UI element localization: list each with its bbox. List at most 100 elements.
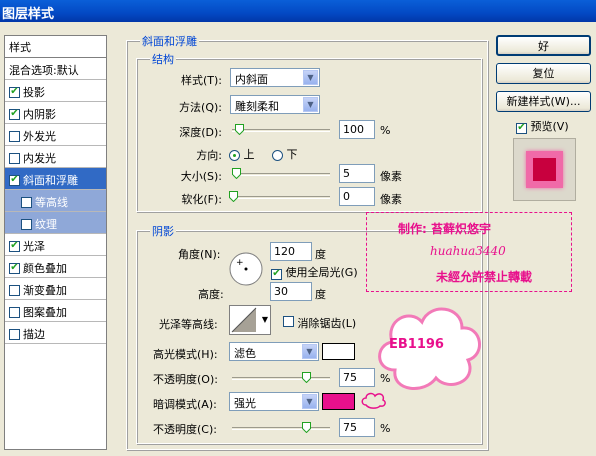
sidebar-item[interactable]: 图案叠加 — [5, 300, 106, 322]
depth-slider[interactable] — [232, 124, 330, 135]
sidebar-item-label: 斜面和浮雕 — [23, 174, 78, 187]
checkbox-icon[interactable] — [9, 152, 20, 164]
slider-thumb-icon[interactable] — [302, 372, 311, 383]
altitude-unit: 度 — [315, 288, 326, 301]
depth-input[interactable]: 100 — [339, 120, 375, 139]
angle-dial-icon[interactable]: + — [228, 251, 264, 287]
style-select[interactable]: 内斜面 ▼ — [230, 68, 320, 87]
shadow-opacity-input[interactable]: 75 — [339, 418, 375, 437]
slider-thumb-icon[interactable] — [229, 191, 238, 202]
window-title: 图层样式 — [0, 0, 596, 22]
shadow-mode-select[interactable]: 强光 ▼ — [229, 392, 319, 411]
global-light-checkbox[interactable]: ✔ 使用全局光(G) — [271, 264, 358, 280]
blend-options-item[interactable]: 混合选项:默认 — [5, 58, 106, 80]
check-icon[interactable]: ✔ — [9, 108, 20, 120]
new-style-button[interactable]: 新建样式(W)... — [496, 91, 591, 112]
checkbox-icon — [283, 316, 294, 327]
dir-down-label: 下 — [286, 148, 298, 161]
size-label: 大小(S): — [180, 170, 222, 183]
shadow-opacity-unit: % — [380, 422, 391, 435]
sidebar-item[interactable]: ✔ 颜色叠加 — [5, 256, 106, 278]
slider-thumb-icon[interactable] — [302, 422, 311, 433]
angle-unit: 度 — [315, 248, 326, 261]
sidebar-item[interactable]: ✔ 光泽 — [5, 234, 106, 256]
bevel-title: 斜面和浮雕 — [140, 33, 199, 49]
small-cloud-icon — [361, 392, 386, 409]
technique-select[interactable]: 雕刻柔和 ▼ — [230, 95, 320, 114]
slider-thumb-icon[interactable] — [232, 168, 241, 179]
sidebar-item[interactable]: 外发光 — [5, 124, 106, 146]
blend-options-label: 混合选项:默认 — [9, 64, 79, 77]
depth-label: 深度(D): — [179, 126, 222, 139]
sidebar-item[interactable]: 纹理 — [5, 212, 106, 234]
check-icon[interactable]: ✔ — [9, 262, 20, 274]
check-icon[interactable]: ✔ — [9, 174, 20, 186]
highlight-color-swatch[interactable] — [322, 343, 355, 360]
check-icon: ✔ — [516, 122, 527, 134]
direction-label: 方向: — [196, 149, 222, 162]
opacity-label: 不透明度(O): — [153, 373, 218, 386]
reset-button[interactable]: 复位 — [496, 63, 591, 84]
altitude-input[interactable]: 30 — [270, 282, 312, 301]
sidebar-item[interactable]: ✔ 斜面和浮雕 — [5, 168, 106, 190]
checkbox-icon[interactable] — [9, 328, 20, 340]
sidebar-item-label: 内阴影 — [23, 108, 56, 121]
sidebar-item[interactable]: 等高线 — [5, 190, 106, 212]
highlight-opacity-slider[interactable] — [232, 372, 330, 383]
soften-label: 软化(F): — [181, 193, 222, 206]
sidebar-item-label: 投影 — [23, 86, 45, 99]
preview-shape — [526, 151, 563, 188]
slider-thumb-icon[interactable] — [235, 124, 244, 135]
sidebar-item-label: 描边 — [23, 328, 45, 341]
shadow-color-swatch[interactable] — [322, 393, 355, 410]
styles-header: 样式 — [5, 36, 106, 58]
watermark-notice: 未經允許禁止轉載 — [436, 270, 533, 284]
gloss-contour-label: 光泽等高线: — [159, 318, 218, 331]
sidebar-item-label: 光泽 — [23, 240, 45, 253]
checkbox-icon[interactable] — [9, 284, 20, 296]
antialias-checkbox[interactable]: 消除锯齿(L) — [283, 315, 356, 331]
check-icon: ✔ — [271, 268, 282, 280]
shadow-opacity-slider[interactable] — [232, 422, 330, 433]
antialias-label: 消除锯齿(L) — [297, 317, 357, 330]
highlight-mode-select[interactable]: 滤色 ▼ — [229, 342, 319, 361]
sidebar-item[interactable]: ✔ 内阴影 — [5, 102, 106, 124]
check-icon[interactable]: ✔ — [9, 86, 20, 98]
soften-slider[interactable] — [229, 191, 330, 202]
soften-input[interactable]: 0 — [339, 187, 375, 206]
shadow-mode-value: 强光 — [234, 397, 256, 410]
technique-label: 方法(Q): — [179, 101, 222, 114]
preview-thumbnail — [513, 138, 576, 201]
shadow-mode-label: 暗调模式(A): — [153, 398, 217, 411]
direction-up-radio[interactable]: 上 — [229, 146, 255, 162]
watermark-author: 制作: 苔藓炽悠宇 — [398, 222, 491, 236]
angle-input[interactable]: 120 — [270, 242, 312, 261]
size-input[interactable]: 5 — [339, 164, 375, 183]
sidebar-item[interactable]: ✔ 投影 — [5, 80, 106, 102]
chevron-down-icon: ▼ — [302, 344, 317, 359]
checkbox-icon[interactable] — [21, 218, 32, 230]
sidebar-item-label: 图案叠加 — [23, 306, 67, 319]
sidebar-item-label: 颜色叠加 — [23, 262, 67, 275]
gloss-contour-picker[interactable]: ▼ — [229, 305, 271, 335]
check-icon[interactable]: ✔ — [9, 240, 20, 252]
sidebar-item[interactable]: 内发光 — [5, 146, 106, 168]
size-slider[interactable] — [232, 168, 330, 179]
styles-list: 样式 混合选项:默认 ✔ 投影 ✔ 内阴影 外发光 内发光 ✔ 斜面和浮雕 等高线 纹理 ✔ 光泽 ✔ 颜… — [4, 35, 107, 450]
checkbox-icon[interactable] — [9, 130, 20, 142]
checkbox-icon[interactable] — [9, 306, 20, 318]
style-value: 内斜面 — [235, 73, 268, 86]
watermark-id: huahua3440 — [430, 244, 506, 258]
shadow-opacity-label: 不透明度(C): — [153, 423, 217, 436]
ok-button[interactable]: 好 — [496, 35, 591, 56]
preview-checkbox[interactable]: ✔ 预览(V) — [516, 118, 569, 134]
checkbox-icon[interactable] — [21, 196, 32, 208]
sidebar-item[interactable]: 渐变叠加 — [5, 278, 106, 300]
chevron-down-icon: ▼ — [302, 394, 317, 409]
highlight-mode-value: 滤色 — [234, 347, 256, 360]
contour-curve-icon — [231, 307, 257, 333]
technique-value: 雕刻柔和 — [235, 100, 279, 113]
direction-down-radio[interactable]: 下 — [272, 146, 298, 162]
preview-label: 预览(V) — [530, 120, 569, 133]
sidebar-item[interactable]: 描边 — [5, 322, 106, 344]
